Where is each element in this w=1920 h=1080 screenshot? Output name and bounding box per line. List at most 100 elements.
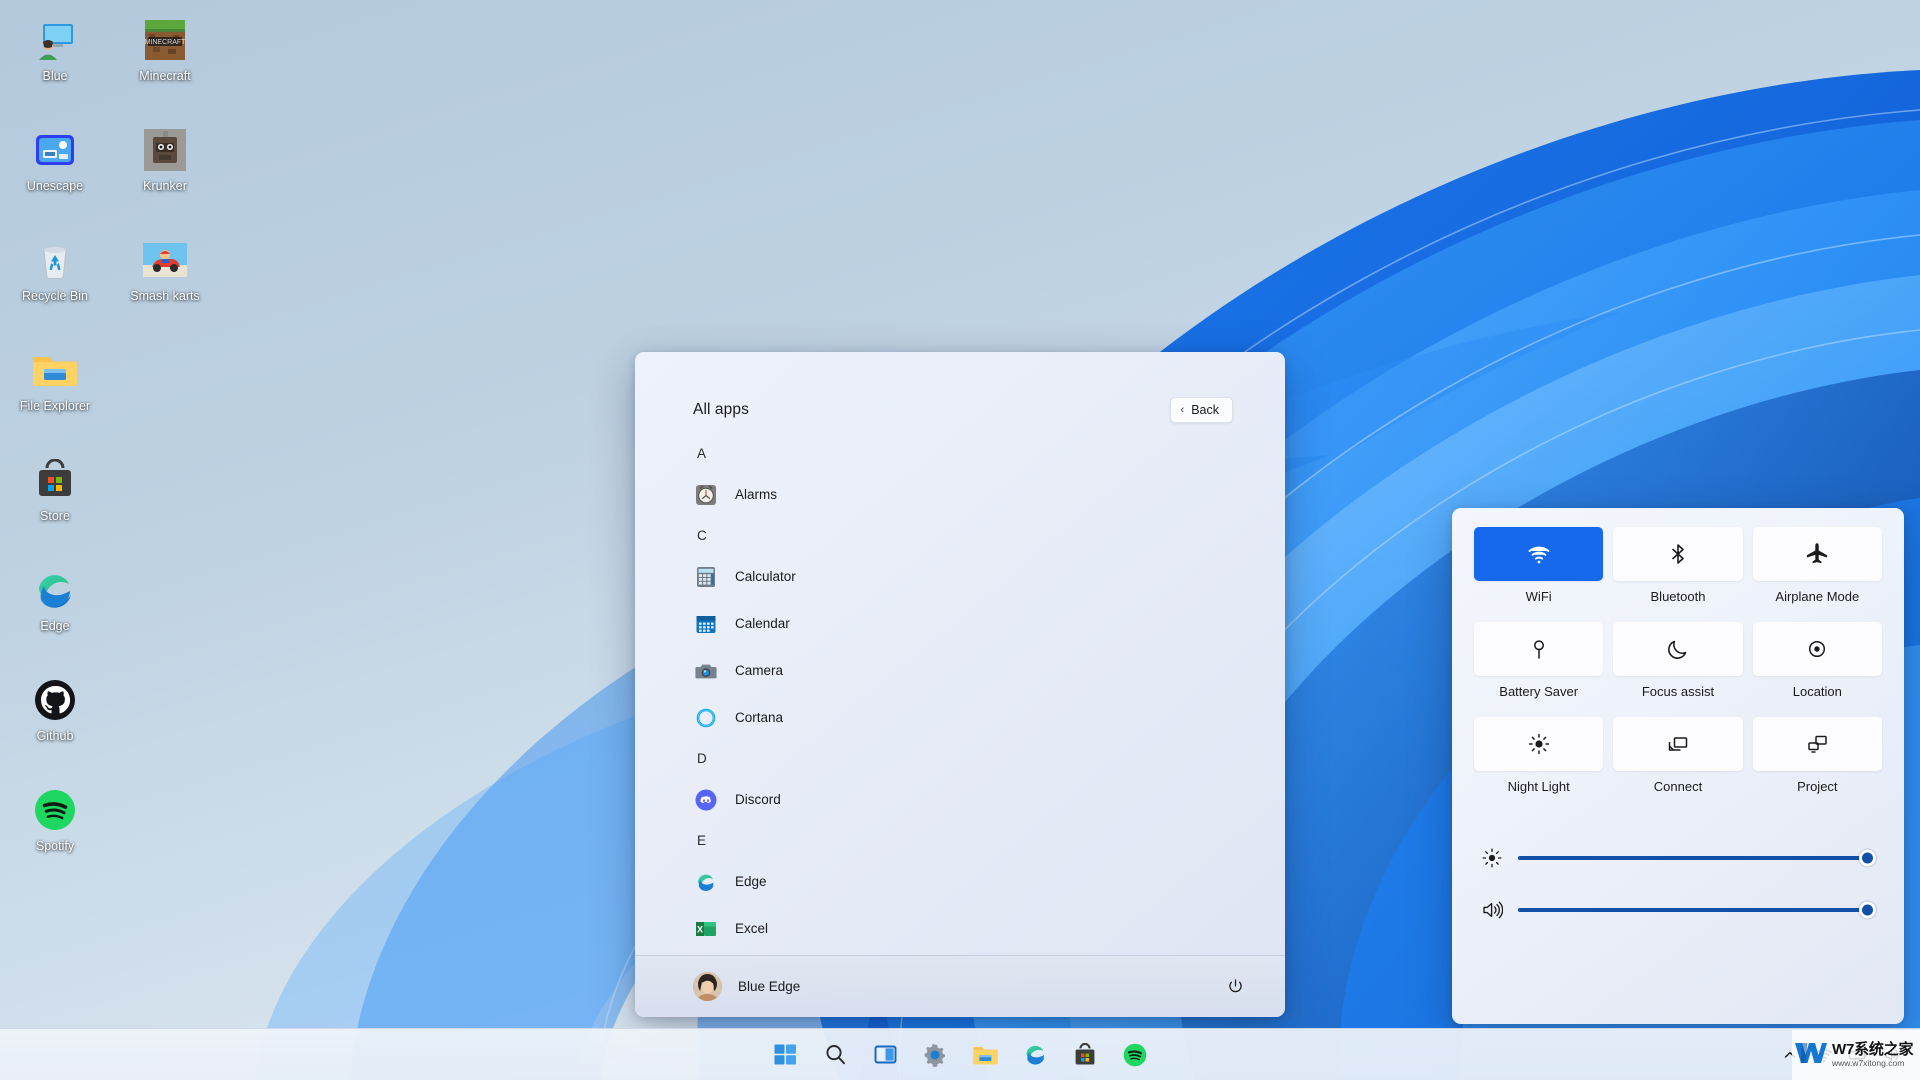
taskbar-center-group	[765, 1035, 1155, 1075]
store-taskbar-button[interactable]	[1065, 1035, 1105, 1075]
brightness-slider-row	[1480, 832, 1876, 884]
start-button[interactable]	[765, 1035, 805, 1075]
night-light-toggle[interactable]	[1474, 717, 1604, 771]
airplane-icon	[1807, 543, 1828, 564]
watermark-text: W7系统之家 www.w7xitong.com	[1832, 1041, 1914, 1068]
spotify-icon	[31, 786, 79, 834]
svg-text:X: X	[697, 924, 703, 934]
desktop-icon-label: Edge	[40, 619, 70, 633]
spotify-taskbar-button[interactable]	[1115, 1035, 1155, 1075]
airplane-mode-toggle[interactable]	[1752, 527, 1882, 581]
desktop-icon-minecraft[interactable]: MINECRAFT Minecraft	[110, 8, 220, 118]
bluetooth-icon	[1672, 544, 1684, 564]
desktop[interactable]: Blue MINECRAFT Minecraft Unescape Krunke…	[0, 0, 1920, 1080]
app-item-label: Edge	[735, 874, 767, 889]
desktop-icon-edge[interactable]: Edge	[0, 558, 110, 668]
smash-karts-icon	[141, 236, 189, 284]
app-item-calculator[interactable]: Calculator	[693, 553, 1285, 600]
desktop-icon-file-explorer[interactable]: File Explorer	[0, 338, 110, 448]
app-item-cortana[interactable]: Cortana	[693, 694, 1285, 741]
group-letter-a[interactable]: A	[693, 436, 1285, 471]
cortana-ring-icon	[695, 707, 717, 729]
app-item-alarms[interactable]: Alarms	[693, 471, 1285, 518]
search-icon	[825, 1045, 845, 1065]
quick-tile-focus-assist: Focus assist	[1613, 622, 1743, 711]
quick-tile-label: Project	[1797, 779, 1838, 794]
avatar	[693, 972, 722, 1001]
svg-text:MINECRAFT: MINECRAFT	[145, 39, 186, 46]
app-item-label: Alarms	[735, 487, 778, 502]
desktop-icon-spotify[interactable]: Spotify	[0, 778, 110, 888]
app-item-label: Discord	[735, 792, 781, 807]
microsoft-store-icon	[31, 456, 79, 504]
quick-tile-battery-saver: Battery Saver	[1474, 622, 1604, 711]
focus-assist-toggle[interactable]	[1613, 622, 1743, 676]
task-view-button[interactable]	[865, 1035, 905, 1075]
app-item-calendar[interactable]: Calendar	[693, 600, 1285, 647]
quick-tile-night-light: Night Light	[1474, 717, 1604, 806]
app-item-label: Calendar	[735, 616, 790, 631]
brightness-slider-fill	[1518, 856, 1876, 860]
folder-icon	[972, 1046, 998, 1064]
search-button[interactable]	[815, 1035, 855, 1075]
power-button[interactable]	[1221, 973, 1249, 1001]
all-apps-list[interactable]: A Alarms C Calculator Calendar Camera Co…	[635, 428, 1285, 955]
app-item-label: Cortana	[735, 710, 784, 725]
project-toggle[interactable]	[1752, 717, 1882, 771]
recycle-bin-icon	[31, 236, 79, 284]
group-letter-c[interactable]: C	[693, 518, 1285, 553]
brightness-slider[interactable]	[1518, 849, 1876, 867]
quick-tile-connect: Connect	[1613, 717, 1743, 806]
connect-toggle[interactable]	[1613, 717, 1743, 771]
desktop-icon-store[interactable]: Store	[0, 448, 110, 558]
edge-icon	[695, 871, 717, 893]
desktop-icon-grid[interactable]: Blue MINECRAFT Minecraft Unescape Krunke…	[0, 8, 220, 888]
discord-icon	[695, 789, 717, 811]
blue-monitor-person-icon	[31, 16, 79, 64]
start-menu-header: All apps ‹ Back	[635, 352, 1285, 428]
brightness-slider-knob[interactable]	[1859, 849, 1876, 867]
desktop-icon-recycle-bin[interactable]: Recycle Bin	[0, 228, 110, 338]
desktop-icon-label: Smash karts	[130, 289, 200, 303]
desktop-icon-krunker[interactable]: Krunker	[110, 118, 220, 228]
location-toggle[interactable]	[1752, 622, 1882, 676]
app-item-camera[interactable]: Camera	[693, 647, 1285, 694]
minecraft-grass-block-icon: MINECRAFT	[141, 16, 189, 64]
wifi-toggle[interactable]	[1474, 527, 1604, 581]
app-item-edge[interactable]: Edge	[693, 858, 1285, 905]
settings-button[interactable]	[915, 1035, 955, 1075]
back-button[interactable]: ‹ Back	[1169, 397, 1233, 423]
page-title: All apps	[693, 401, 749, 418]
taskbar[interactable]	[0, 1028, 1920, 1080]
group-letter-d[interactable]: D	[693, 741, 1285, 776]
sun-icon	[1528, 733, 1549, 755]
bluetooth-toggle[interactable]	[1613, 527, 1743, 581]
group-letter-e[interactable]: E	[693, 823, 1285, 858]
edge-icon	[31, 566, 79, 614]
file-explorer-button[interactable]	[965, 1035, 1005, 1075]
quick-settings-sliders	[1474, 832, 1882, 936]
edge-taskbar-button[interactable]	[1015, 1035, 1055, 1075]
desktop-icon-unescape[interactable]: Unescape	[0, 118, 110, 228]
quick-settings-panel[interactable]: WiFi Bluetooth Airplane Mode Battery Sav…	[1452, 508, 1904, 1024]
volume-slider-knob[interactable]	[1859, 901, 1876, 919]
volume-slider[interactable]	[1518, 901, 1876, 919]
desktop-icon-github[interactable]: Github	[0, 668, 110, 778]
desktop-icon-smash-karts[interactable]: Smash karts	[110, 228, 220, 338]
krunker-character-icon	[141, 126, 189, 174]
app-item-discord[interactable]: Discord	[693, 776, 1285, 823]
brightness-icon	[1480, 846, 1504, 870]
watermark-title: W7系统之家	[1832, 1041, 1914, 1059]
quick-tile-label: Night Light	[1507, 779, 1570, 794]
app-item-label: Excel	[735, 921, 769, 936]
desktop-icon-label: Unescape	[26, 179, 84, 193]
desktop-icon-label: Minecraft	[139, 69, 191, 83]
desktop-icon-blue[interactable]: Blue	[0, 8, 110, 118]
app-item-excel[interactable]: X Excel	[693, 905, 1285, 952]
quick-settings-grid: WiFi Bluetooth Airplane Mode Battery Sav…	[1474, 527, 1882, 806]
start-menu-all-apps[interactable]: All apps ‹ Back A Alarms C Calculator Ca…	[635, 352, 1285, 1017]
user-account-button[interactable]: Blue Edge	[693, 972, 800, 1001]
battery-saver-toggle[interactable]	[1474, 622, 1604, 676]
spotify-icon	[1123, 1043, 1147, 1066]
task-view-icon	[874, 1045, 896, 1064]
